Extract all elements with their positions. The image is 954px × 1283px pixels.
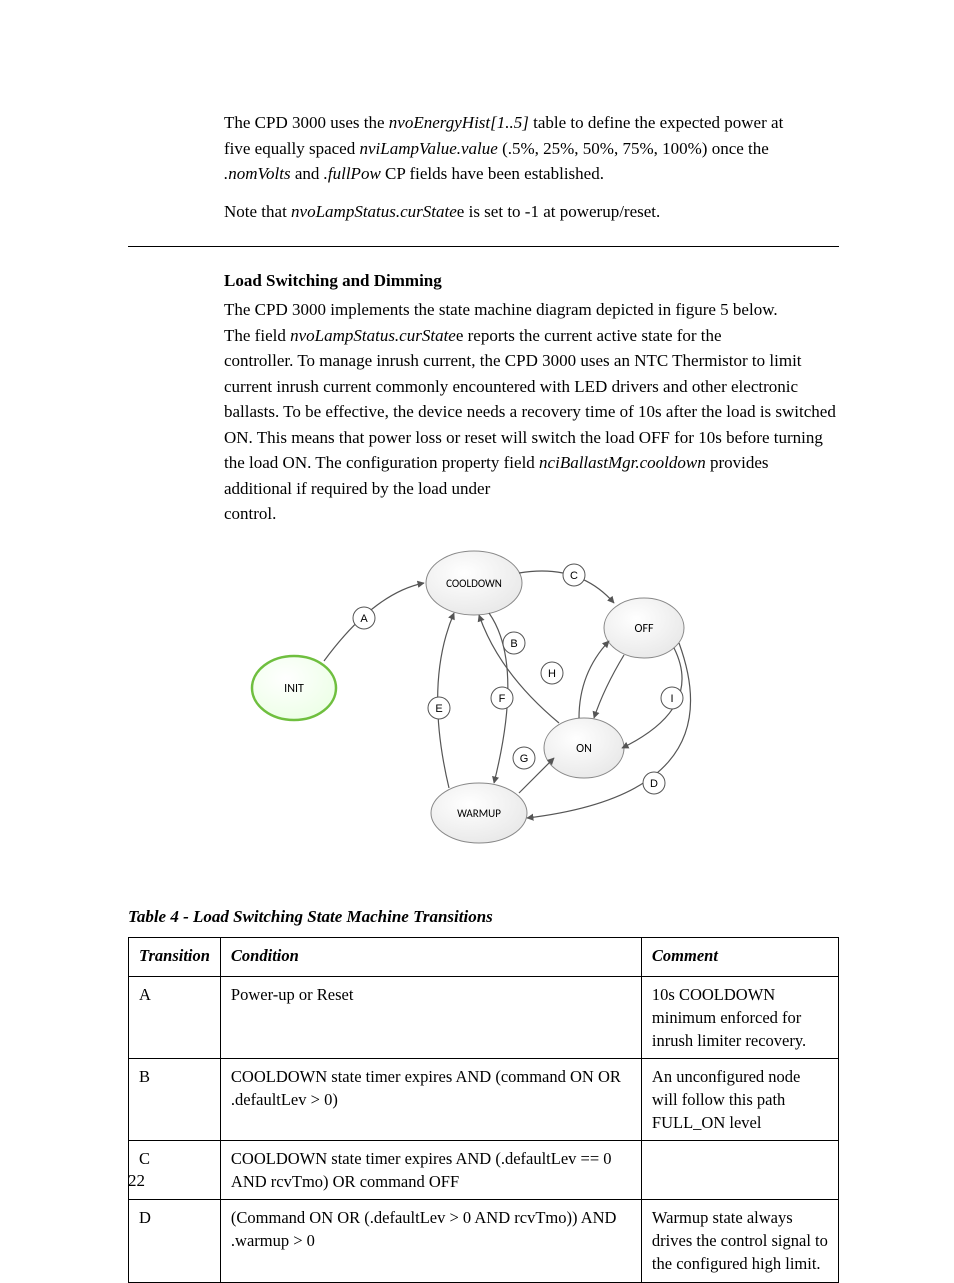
svg-text:B: B xyxy=(510,638,517,650)
svg-text:C: C xyxy=(570,570,578,582)
table-row: C COOLDOWN state timer expires AND (.def… xyxy=(129,1141,839,1200)
svg-text:I: I xyxy=(670,693,673,705)
svg-text:E: E xyxy=(435,703,442,715)
svg-text:D: D xyxy=(650,778,658,790)
table-row: B COOLDOWN state timer expires AND (comm… xyxy=(129,1058,839,1140)
intro-line1: The CPD 3000 uses the nvoEnergyHist[1..5… xyxy=(224,110,839,187)
table-caption: Table 4 - Load Switching State Machine T… xyxy=(128,907,839,927)
svg-text:F: F xyxy=(499,693,506,705)
svg-text:G: G xyxy=(520,753,529,765)
state-cooldown: COOLDOWN xyxy=(446,577,502,590)
state-diagram: INIT COOLDOWN OFF ON WARMUP A C xyxy=(224,533,839,853)
section-divider xyxy=(128,246,839,247)
svg-text:H: H xyxy=(548,668,556,680)
svg-text:A: A xyxy=(360,613,368,625)
section-heading: Load Switching and Dimming xyxy=(224,271,839,291)
transitions-table: Transition Condition Comment A Power-up … xyxy=(128,937,839,1283)
table-row: A Power-up or Reset 10s COOLDOWN minimum… xyxy=(129,976,839,1058)
state-off: OFF xyxy=(635,622,654,636)
body-paragraph: The CPD 3000 implements the state machin… xyxy=(224,297,839,527)
th-condition: Condition xyxy=(220,937,641,976)
state-warmup: WARMUP xyxy=(457,807,501,820)
state-init: INIT xyxy=(284,682,304,696)
table-row: D (Command ON OR (.defaultLev > 0 AND rc… xyxy=(129,1200,839,1282)
state-on: ON xyxy=(576,742,592,756)
th-transition: Transition xyxy=(129,937,221,976)
intro-note: Note that nvoLampStatus.curStatee is set… xyxy=(224,199,839,225)
page-number: 22 xyxy=(128,1171,145,1191)
th-comment: Comment xyxy=(641,937,838,976)
